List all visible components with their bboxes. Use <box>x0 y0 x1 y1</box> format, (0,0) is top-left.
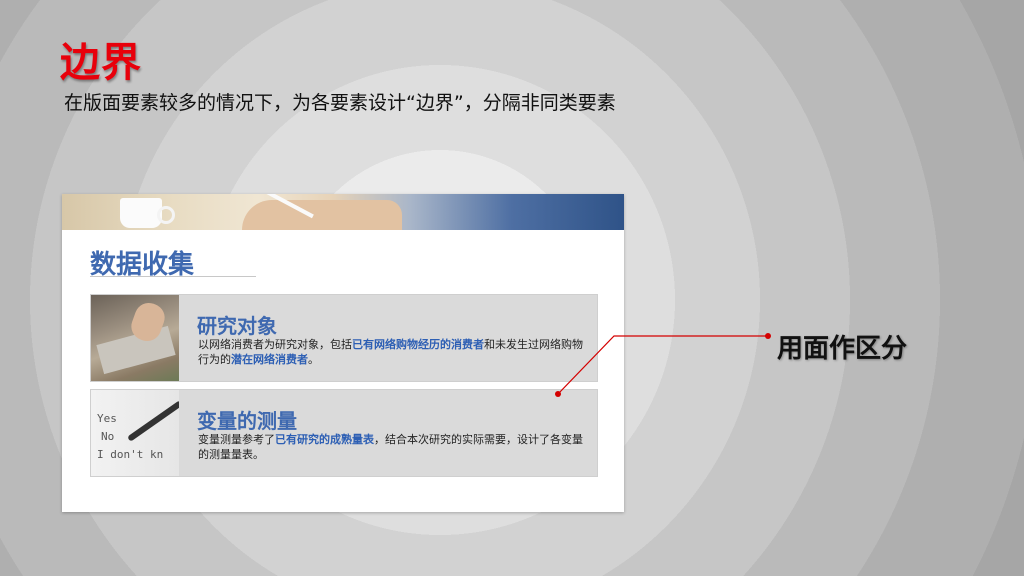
item-title: 研究对象 <box>197 314 277 338</box>
item-research-subject: 研究对象 以网络消费者为研究对象，包括已有网络购物经历的消费者和未发生过网络购物… <box>90 294 598 382</box>
keyboard-photo <box>91 295 179 381</box>
hand-image <box>242 200 402 230</box>
heading-divider <box>90 276 256 277</box>
card-banner-image <box>62 194 624 230</box>
slide-title: 边界 <box>60 40 142 86</box>
example-card: 数据收集 研究对象 以网络消费者为研究对象，包括已有网络购物经历的消费者和未发生… <box>62 194 624 512</box>
item-title: 变量的测量 <box>197 409 297 433</box>
annotation-label: 用面作区分 <box>777 334 908 364</box>
questionnaire-photo: Yes No I don't kn <box>91 390 179 476</box>
item-description: 以网络消费者为研究对象，包括已有网络购物经历的消费者和未发生过网络购物行为的潜在… <box>198 338 583 366</box>
item-description: 变量测量参考了已有研究的成熟量表，结合本次研究的实际需要，设计了各变量的测量量表… <box>198 433 583 461</box>
slide-subtitle: 在版面要素较多的情况下，为各要素设计“边界”，分隔非同类要素 <box>64 92 616 114</box>
pen-icon <box>127 400 179 442</box>
item-variable-measurement: Yes No I don't kn 变量的测量 变量测量参考了已有研究的成熟量表… <box>90 389 598 477</box>
coffee-cup-image <box>120 198 162 228</box>
